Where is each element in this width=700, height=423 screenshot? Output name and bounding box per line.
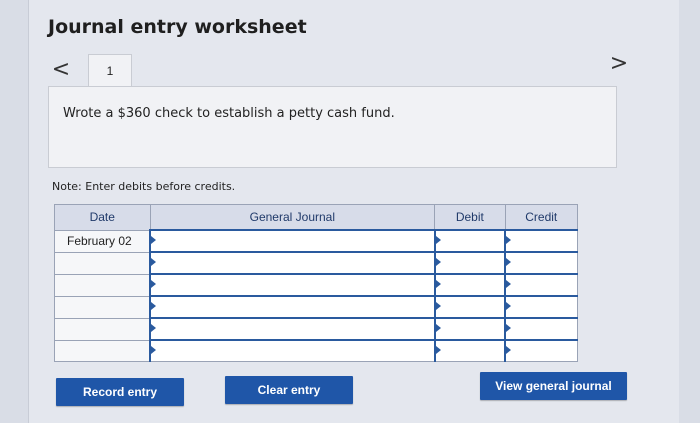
tab-1[interactable]: 1 [88,54,132,89]
table-header-row: Date General Journal Debit Credit [54,204,579,231]
account-field[interactable] [149,273,436,297]
account-field[interactable] [149,295,436,319]
table-row [54,295,579,319]
credit-field[interactable] [504,251,579,275]
column-header-date: Date [54,204,151,231]
debit-field[interactable] [433,229,506,253]
transaction-description-box: Wrote a $360 check to establish a petty … [48,86,617,168]
debit-field[interactable] [433,339,506,362]
account-field[interactable] [149,339,436,362]
page-title: Journal entry worksheet [48,16,307,38]
view-general-journal-button[interactable]: View general journal [480,372,627,400]
credit-field[interactable] [504,273,579,297]
debit-field[interactable] [433,295,506,319]
credit-field[interactable] [504,317,579,341]
debit-field[interactable] [433,317,506,341]
transaction-description: Wrote a $360 check to establish a petty … [63,106,395,121]
account-field[interactable] [149,317,436,341]
chevron-right-icon[interactable]: > [608,52,630,76]
date-cell[interactable]: February 02 [54,229,151,253]
date-cell[interactable] [54,273,151,297]
account-field[interactable] [149,251,436,275]
date-cell[interactable] [54,295,151,319]
credit-field[interactable] [504,229,579,253]
table-row [54,251,579,275]
column-header-credit: Credit [504,204,579,231]
date-cell[interactable] [54,251,151,275]
column-header-debit: Debit [434,204,506,231]
note-text: Note: Enter debits before credits. [52,180,236,193]
debit-field[interactable] [433,273,506,297]
chevron-left-icon[interactable]: < [50,58,72,82]
table-row: February 02 [54,229,579,253]
debit-field[interactable] [433,251,506,275]
journal-table: Date General Journal Debit Credit Februa… [54,204,579,362]
table-row [54,317,579,341]
date-cell[interactable] [54,317,151,341]
table-row [54,339,579,362]
date-cell[interactable] [54,339,151,362]
table-row [54,273,579,297]
column-header-general-journal: General Journal [149,204,436,231]
clear-entry-button[interactable]: Clear entry [225,376,353,404]
credit-field[interactable] [504,339,579,362]
account-field[interactable] [149,229,436,253]
credit-field[interactable] [504,295,579,319]
record-entry-button[interactable]: Record entry [56,378,184,406]
